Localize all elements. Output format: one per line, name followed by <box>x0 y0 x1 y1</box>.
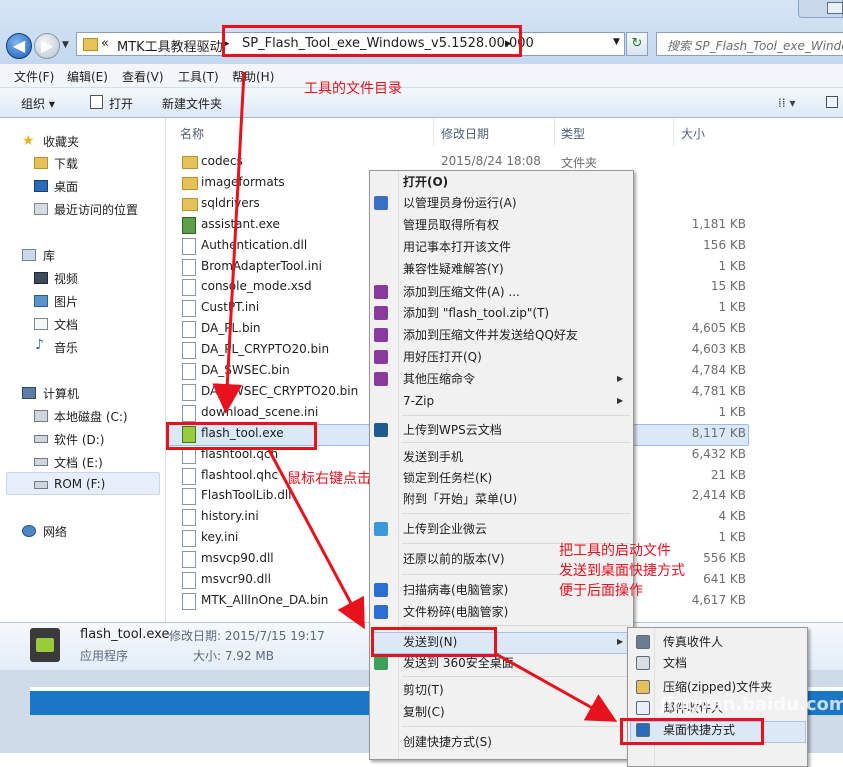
annotation-arrows <box>212 71 618 722</box>
arrow-to-flashtool <box>212 71 246 414</box>
annotation-tool-dir: 工具的文件目录 <box>304 81 402 97</box>
annotation-right-click: 鼠标右键点击 <box>287 471 371 487</box>
annotation-tip-line1: 把工具的启动文件 <box>559 543 671 559</box>
watermark: Jingyan.baidu.com <box>660 694 843 715</box>
arrow-to-desktop-shortcut <box>495 652 618 722</box>
annotation-tip-line3: 便于后面操作 <box>559 583 643 599</box>
annotation-tip-line2: 发送到桌面快捷方式 <box>559 563 685 579</box>
